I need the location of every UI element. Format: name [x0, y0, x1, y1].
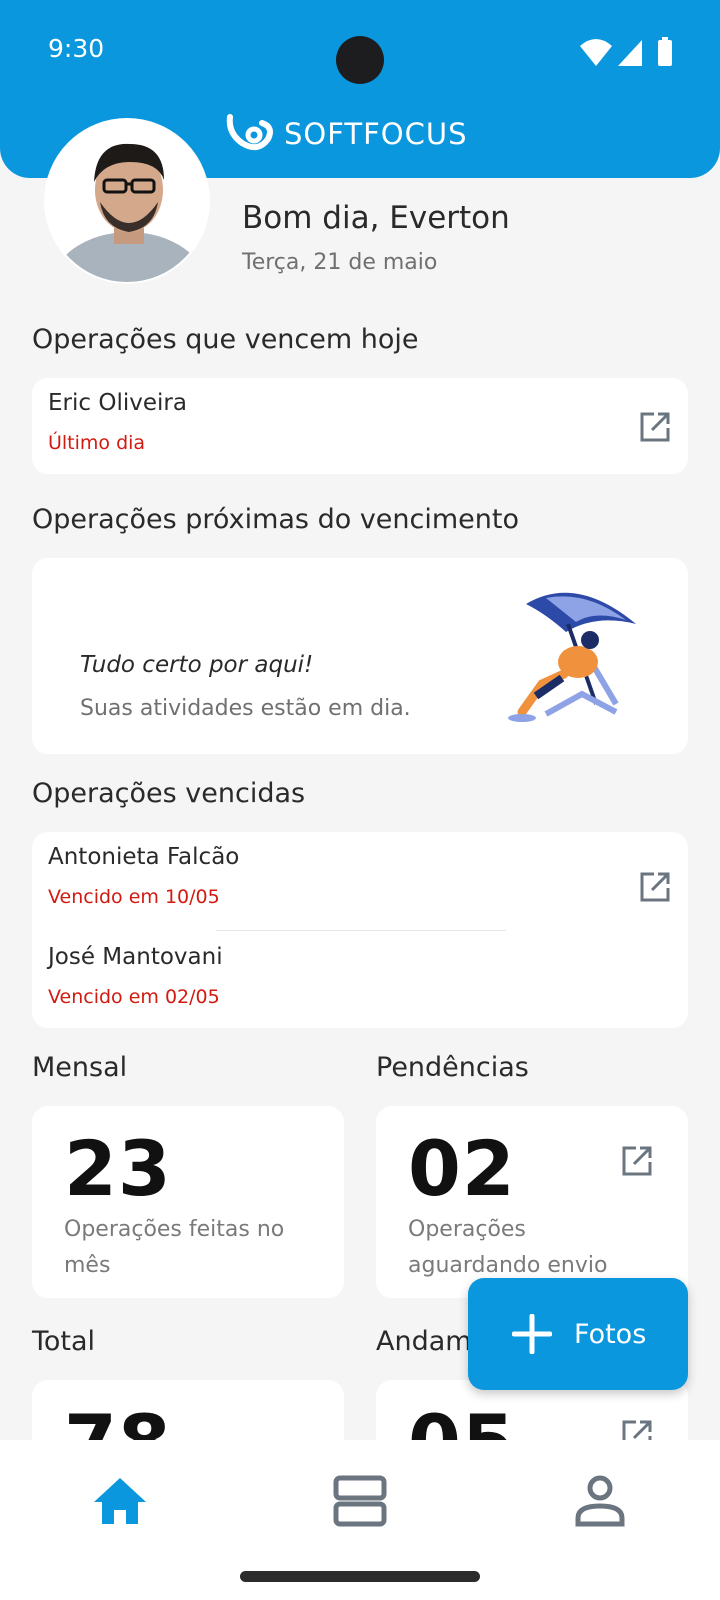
due-status: Último dia: [48, 432, 146, 454]
list-icon[interactable]: [330, 1470, 390, 1530]
brand-logo: SOFTFOCUS: [224, 112, 468, 156]
stat-number: 23: [64, 1124, 172, 1213]
open-external-icon[interactable]: [638, 410, 672, 444]
bottom-navigation: [0, 1440, 720, 1600]
stat-title-monthly: Mensal: [32, 1052, 128, 1083]
section-title-upcoming: Operações próximas do vencimento: [32, 504, 520, 535]
stat-card-monthly: 23 Operações feitas no mês: [32, 1106, 344, 1298]
signal-icon: [618, 40, 642, 66]
person-icon[interactable]: [570, 1470, 630, 1530]
stat-title-pending: Pendências: [376, 1052, 529, 1083]
stat-card-pending[interactable]: 02 Operações aguardando envio: [376, 1106, 688, 1298]
due-status: Vencido em 10/05: [48, 886, 220, 908]
stat-label: Operações feitas no mês: [64, 1217, 285, 1278]
gesture-home-bar[interactable]: [240, 1571, 480, 1582]
current-date: Terça, 21 de maio: [242, 250, 438, 275]
logo-icon: [226, 114, 273, 151]
client-name: Antonieta Falcão: [48, 844, 240, 870]
upcoming-card: Tudo certo por aqui! Suas atividades est…: [32, 558, 688, 754]
empty-state-title: Tudo certo por aqui!: [80, 652, 314, 678]
client-name: José Mantovani: [48, 944, 223, 970]
fab-label: Fotos: [574, 1318, 647, 1350]
battery-icon: [658, 40, 672, 66]
brand-name: SOFTFOCUS: [284, 117, 468, 151]
stat-label: Operações aguardando envio: [408, 1217, 608, 1278]
avatar-photo: [46, 120, 208, 282]
section-title-overdue: Operações vencidas: [32, 778, 306, 809]
status-time: 9:30: [48, 34, 105, 63]
camera-cutout: [336, 36, 384, 84]
open-external-icon[interactable]: [620, 1144, 654, 1178]
empty-state-subtitle: Suas atividades estão em dia.: [80, 696, 411, 721]
stat-number: 02: [408, 1124, 516, 1213]
today-card: Eric Oliveira Último dia: [32, 378, 688, 474]
avatar[interactable]: [44, 118, 210, 284]
stat-title-total: Total: [32, 1326, 96, 1357]
greeting-text: Bom dia, Everton: [242, 200, 510, 236]
divider: [216, 930, 506, 931]
due-status: Vencido em 02/05: [48, 986, 220, 1008]
status-icons: [580, 37, 672, 66]
open-external-icon[interactable]: [638, 870, 672, 904]
wifi-icon: [580, 39, 612, 66]
photos-fab-button[interactable]: Fotos: [468, 1278, 688, 1390]
beach-illustration: [508, 592, 636, 722]
home-icon[interactable]: [90, 1470, 150, 1530]
overdue-card: Antonieta Falcão Vencido em 10/05 José M…: [32, 832, 688, 1028]
section-title-today: Operações que vencem hoje: [32, 324, 419, 355]
client-name: Eric Oliveira: [48, 390, 187, 416]
plus-icon: [512, 1314, 552, 1354]
